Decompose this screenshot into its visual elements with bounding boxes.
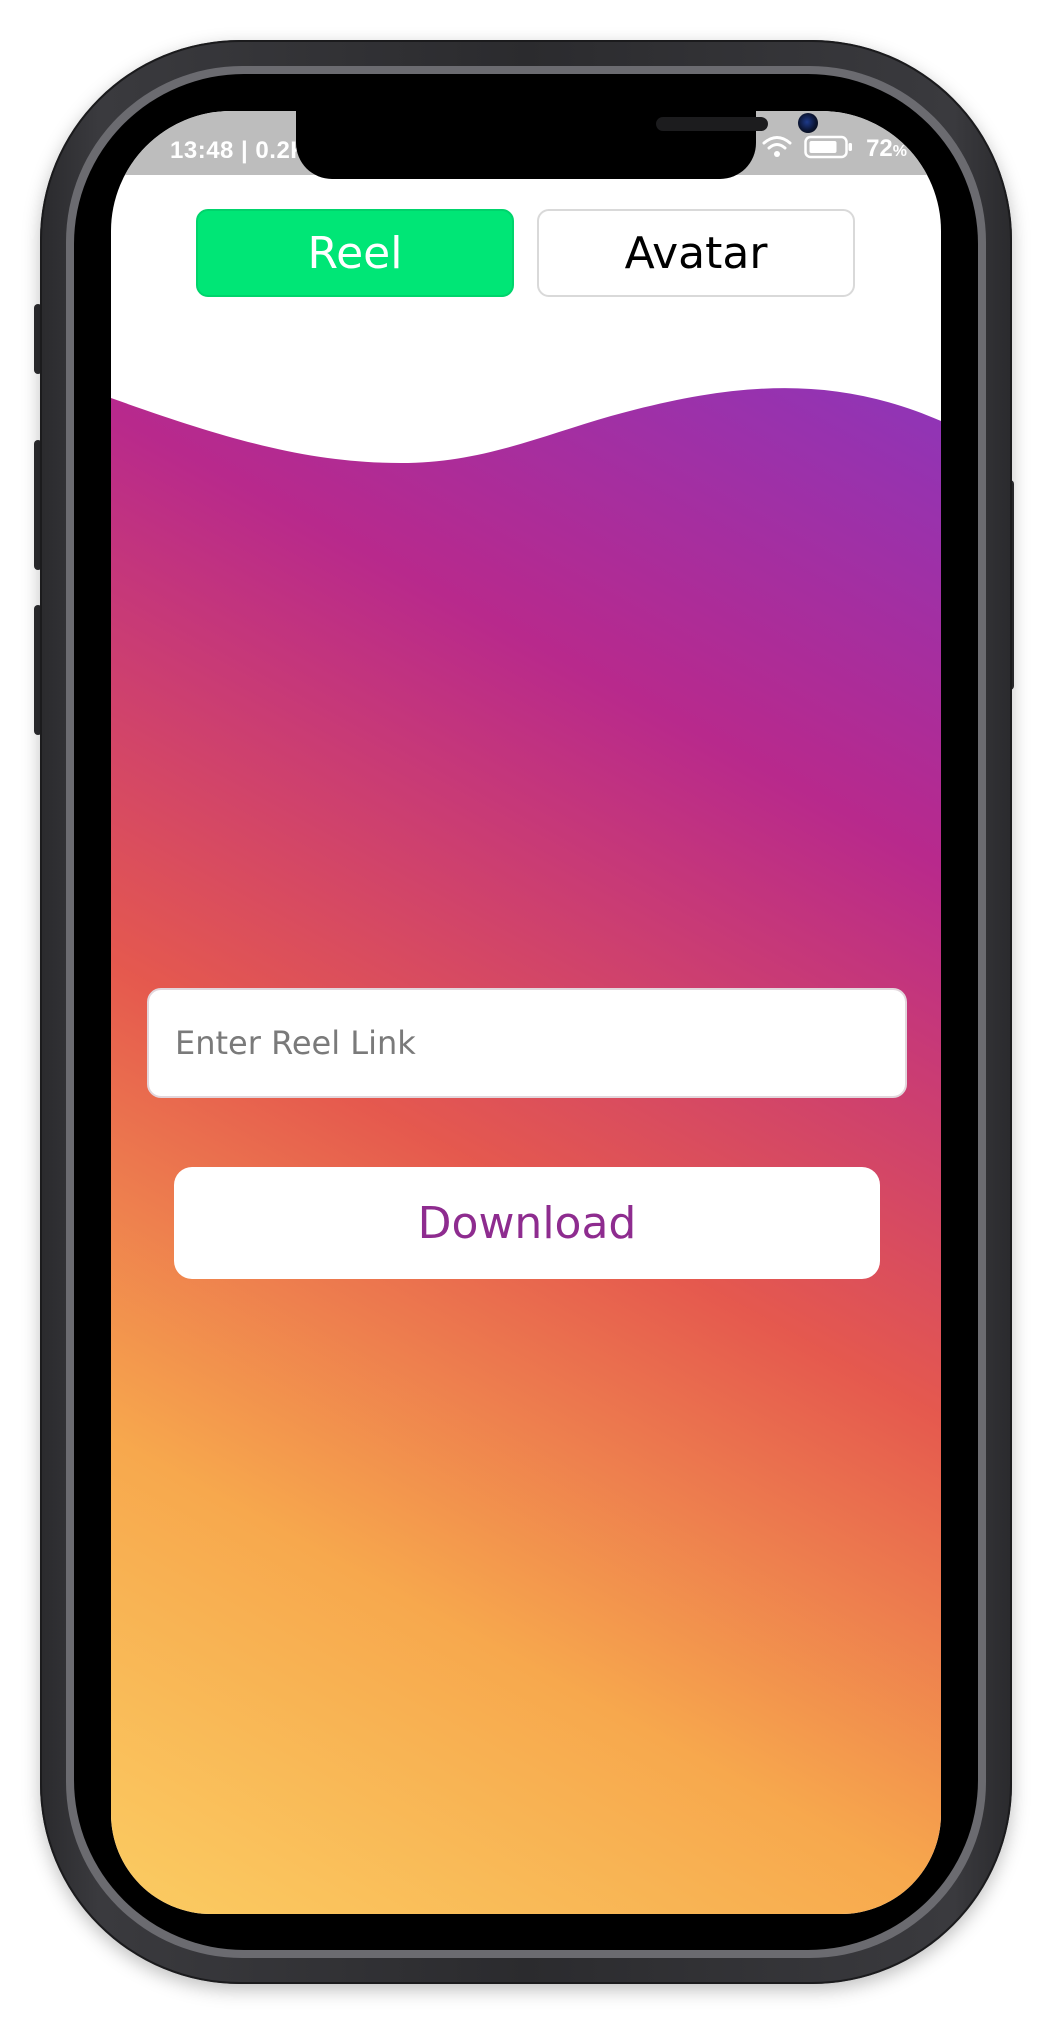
front-camera [798, 113, 818, 133]
app-screen: 13:48 | 0.2K 72% Reel Avatar Enter Reel … [111, 111, 941, 1914]
download-button[interactable]: Download [174, 1167, 880, 1279]
battery-percent-value: 72 [866, 135, 893, 162]
reel-link-input[interactable] [147, 988, 907, 1098]
tab-avatar-label: Avatar [624, 227, 768, 279]
status-icons: 72% [762, 133, 907, 165]
wifi-icon [762, 135, 792, 163]
notch [296, 111, 818, 179]
status-time: 13:48 | 0.2K [170, 137, 309, 164]
battery-percent-sign: % [892, 143, 907, 160]
battery-percent: 72% [866, 135, 907, 163]
tab-reel-label: Reel [307, 227, 403, 279]
earpiece-speaker [656, 117, 768, 131]
device-mockup: 13:48 | 0.2K 72% Reel Avatar Enter Reel … [0, 0, 1048, 2025]
tab-avatar[interactable]: Avatar [537, 209, 855, 297]
battery-icon [804, 135, 854, 163]
tab-reel[interactable]: Reel [196, 209, 514, 297]
download-button-label: Download [417, 1197, 637, 1249]
